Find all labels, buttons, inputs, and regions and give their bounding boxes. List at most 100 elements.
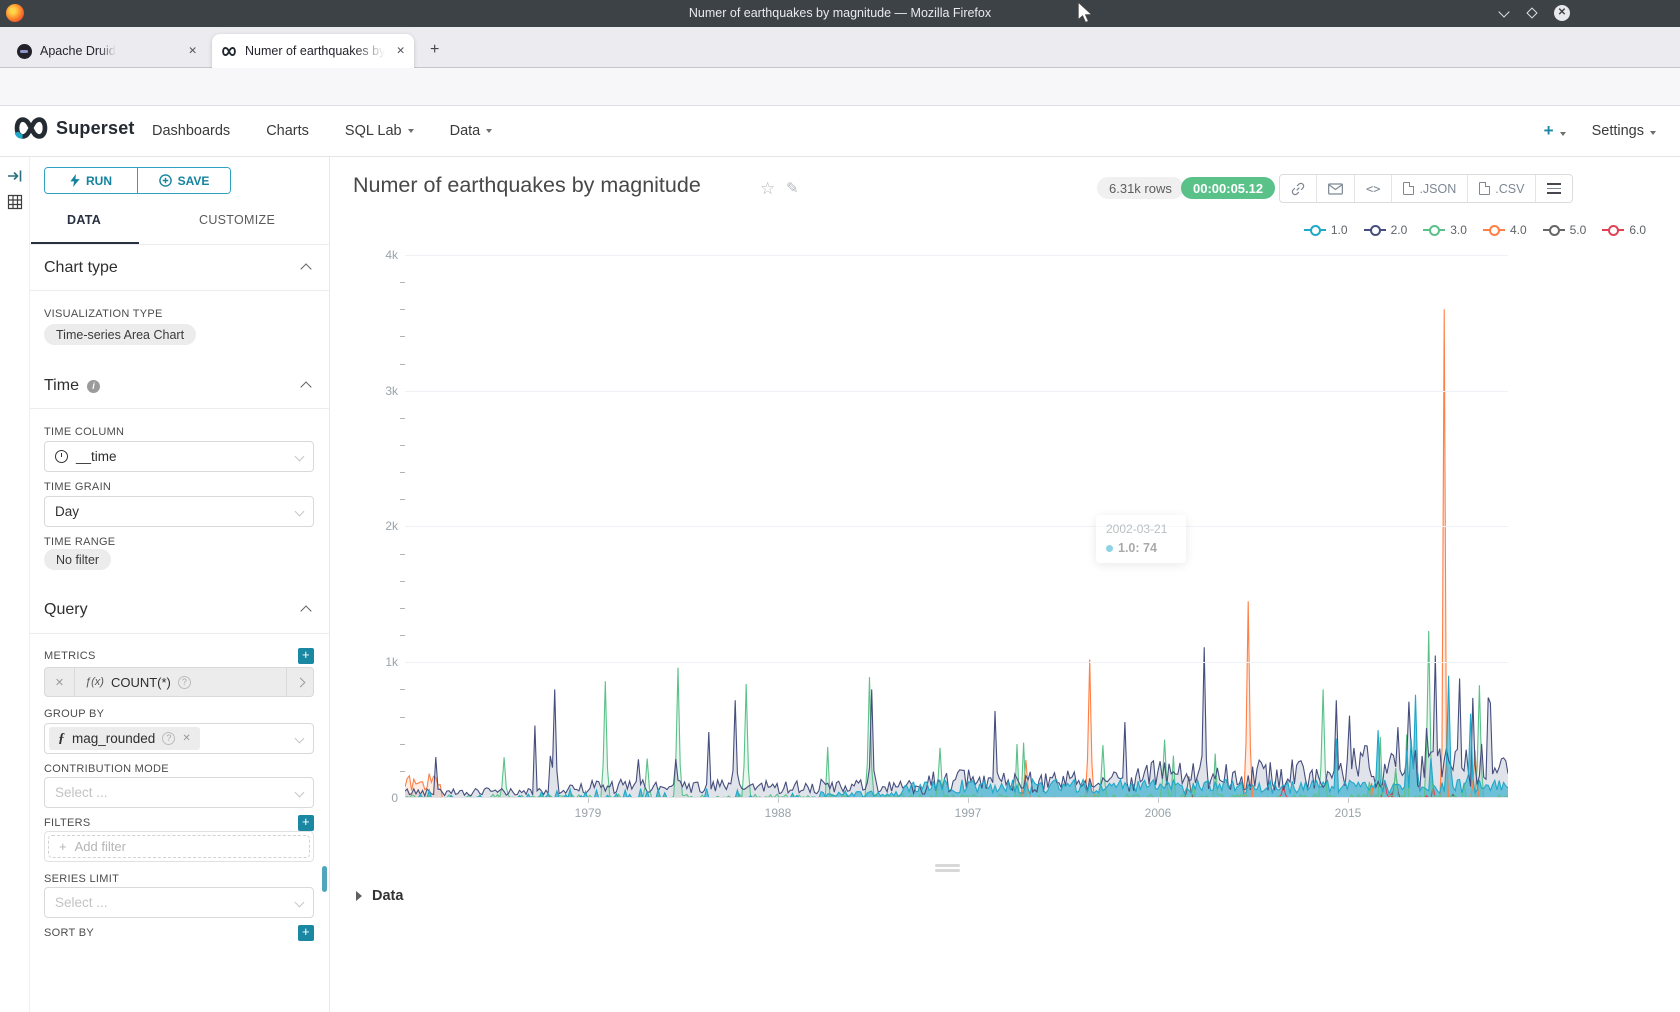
run-button[interactable]: RUN — [45, 168, 137, 193]
maximize-button[interactable] — [1524, 5, 1540, 21]
collapse-panel-icon[interactable] — [7, 168, 23, 184]
time-grain-select[interactable]: Day — [44, 496, 314, 527]
tab-close-icon[interactable]: ✕ — [396, 45, 405, 57]
nav-add-button[interactable]: + — [1544, 121, 1566, 141]
x-axis-tick — [588, 798, 589, 803]
add-metric-button[interactable]: + — [298, 648, 314, 664]
remove-metric-icon[interactable]: ✕ — [45, 668, 75, 696]
minimize-button[interactable] — [1496, 5, 1512, 21]
time-range-label-row: TIME RANGE — [44, 534, 314, 550]
time-grain-label-row: TIME GRAIN — [44, 479, 314, 495]
section-chart-type[interactable]: Chart type — [44, 259, 118, 277]
lightning-icon — [70, 174, 80, 187]
column-function-icon: ƒ — [58, 731, 65, 747]
chevron-down-icon — [295, 507, 305, 517]
nav-item-data[interactable]: Data — [450, 123, 493, 139]
y-axis-minor-tick — [400, 445, 405, 446]
tab-close-icon[interactable]: ✕ — [188, 45, 197, 57]
section-query[interactable]: Query — [44, 601, 88, 619]
tab-apache-druid[interactable]: Apache Druid ✕ — [8, 34, 206, 68]
add-sort-button[interactable]: + — [298, 925, 314, 941]
remove-tag-icon[interactable]: ✕ — [182, 733, 190, 744]
viz-type-pill[interactable]: Time-series Area Chart — [44, 324, 196, 345]
y-axis-minor-tick — [400, 689, 405, 690]
embed-code-button[interactable]: <> — [1355, 175, 1392, 202]
y-axis-minor-tick — [400, 608, 405, 609]
y-axis-minor-tick — [400, 472, 405, 473]
legend-item-2[interactable]: 2.0 — [1364, 223, 1408, 237]
copy-link-button[interactable] — [1280, 175, 1317, 202]
nav-right: + Settings — [1544, 121, 1656, 141]
nav-settings[interactable]: Settings — [1592, 123, 1656, 139]
collapse-section-icon[interactable] — [300, 605, 311, 616]
group-by-select[interactable]: ƒ mag_rounded ? ✕ — [44, 723, 314, 754]
tab-data[interactable]: DATA — [67, 213, 101, 227]
chevron-down-icon — [295, 452, 305, 462]
series-marker-icon — [1364, 225, 1386, 236]
help-icon: ? — [178, 676, 191, 689]
series-limit-select[interactable]: Select ... — [44, 887, 314, 918]
series-marker-icon — [1423, 225, 1445, 236]
y-axis-label: 2k — [344, 519, 398, 533]
export-json-button[interactable]: .JSON — [1392, 175, 1468, 202]
expand-metric-button[interactable] — [286, 668, 313, 696]
help-icon: ? — [162, 732, 175, 745]
y-axis-minor-tick — [400, 336, 405, 337]
legend-item-5[interactable]: 5.0 — [1543, 223, 1587, 237]
tab-label: Apache Druid — [40, 44, 116, 58]
maximize-icon — [1526, 7, 1537, 18]
chart-menu-button[interactable] — [1536, 175, 1572, 202]
nav-item-sql-lab[interactable]: SQL Lab — [345, 123, 414, 139]
druid-favicon-icon — [17, 44, 32, 59]
superset-navbar: Superset Dashboards Charts SQL Lab Data … — [0, 106, 1680, 157]
filters-dropzone: + Add filter — [44, 831, 314, 862]
close-icon: ✕ — [1554, 5, 1570, 21]
new-tab-button[interactable]: + — [430, 41, 439, 59]
email-button[interactable] — [1317, 175, 1355, 202]
save-button[interactable]: SAVE — [137, 168, 230, 193]
y-axis-minor-tick — [400, 717, 405, 718]
superset-brand[interactable]: Superset — [12, 115, 135, 141]
chevron-right-icon — [295, 677, 305, 687]
time-column-label-row: TIME COLUMN — [44, 424, 314, 440]
query-timer-badge: 00:00:05.12 — [1181, 177, 1275, 199]
add-filter-button[interactable]: + — [298, 815, 314, 831]
time-column-select[interactable]: __time — [44, 441, 314, 472]
metric-item[interactable]: ✕ ƒ(x) COUNT(*) ? — [44, 667, 314, 697]
edit-pencil-icon[interactable]: ✎ — [786, 179, 799, 197]
section-time[interactable]: Timei — [44, 377, 100, 395]
chart-plot-area[interactable] — [405, 255, 1508, 798]
panel-resize-handle[interactable] — [935, 864, 960, 874]
tab-earthquakes-chart[interactable]: Numer of earthquakes by magnitude ✕ — [212, 34, 414, 68]
tabs-divider — [30, 244, 330, 245]
export-csv-button[interactable]: .CSV — [1468, 175, 1536, 202]
group-by-pill[interactable]: ƒ mag_rounded ? ✕ — [49, 727, 200, 750]
legend-item-3[interactable]: 3.0 — [1423, 223, 1467, 237]
legend-item-6[interactable]: 6.0 — [1602, 223, 1646, 237]
favorite-star-icon[interactable]: ☆ — [760, 179, 775, 199]
more-menu-icon — [1547, 188, 1561, 190]
add-filter-drop-button[interactable]: + Add filter — [48, 835, 310, 858]
x-axis-label: 2006 — [1128, 806, 1188, 820]
plus-icon: + — [59, 839, 67, 854]
sort-by-label-row: SORT BY+ — [44, 925, 314, 941]
series-marker-icon — [1304, 225, 1326, 236]
section-divider — [30, 290, 330, 291]
collapse-section-icon[interactable] — [300, 263, 311, 274]
data-panel-expander[interactable]: Data — [356, 888, 403, 904]
caret-down-icon — [1560, 132, 1566, 136]
collapse-section-icon[interactable] — [300, 381, 311, 392]
nav-item-dashboards[interactable]: Dashboards — [152, 123, 230, 139]
nav-item-charts[interactable]: Charts — [266, 123, 309, 139]
legend-item-1[interactable]: 1.0 — [1304, 223, 1348, 237]
datasource-grid-icon[interactable] — [7, 194, 23, 210]
y-axis-minor-tick — [400, 771, 405, 772]
code-icon: <> — [1366, 182, 1380, 196]
panel-scrollbar-thumb[interactable] — [322, 866, 327, 892]
time-range-pill[interactable]: No filter — [44, 549, 111, 570]
tab-customize[interactable]: CUSTOMIZE — [199, 213, 275, 227]
section-divider — [30, 408, 330, 409]
contribution-mode-select[interactable]: Select ... — [44, 777, 314, 808]
close-button[interactable]: ✕ — [1554, 5, 1570, 21]
legend-item-4[interactable]: 4.0 — [1483, 223, 1527, 237]
